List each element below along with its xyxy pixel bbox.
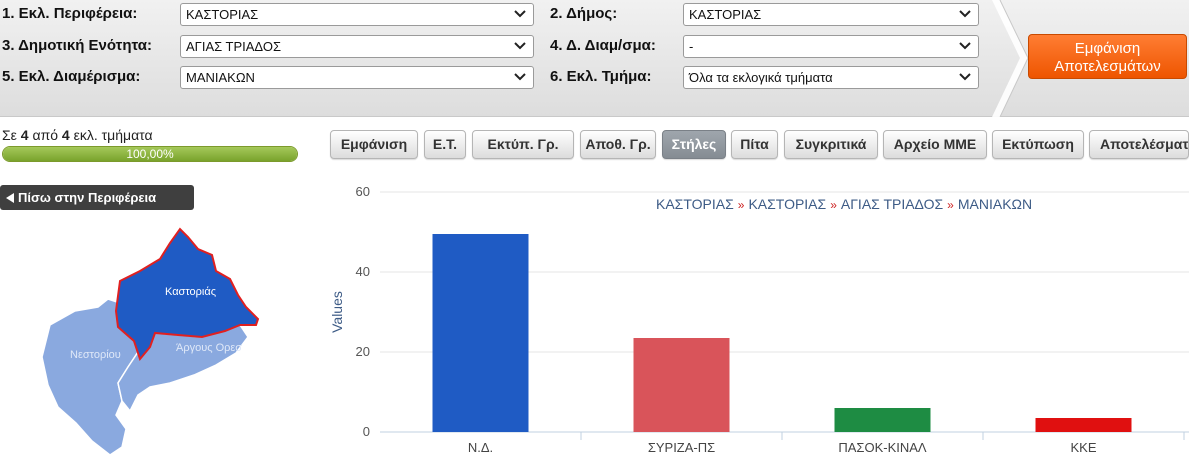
y-axis-title: Values [329,291,345,333]
polling-station-select[interactable]: Όλα τα εκλογικά τμήματα [683,66,979,89]
toolbar-print-button[interactable]: Εκτύπωση [992,130,1084,159]
status-middle: από [32,127,59,143]
breadcrumb-separator: » [737,198,745,212]
chevron-down-icon [513,70,527,84]
toolbar-show-button[interactable]: Εμφάνιση [330,130,418,159]
filter-label-polling-station: 6. Εκλ. Τμήμα: [550,68,652,85]
municipality-select[interactable]: ΚΑΣΤΟΡΙΑΣ [683,3,979,26]
back-arrow-icon [6,193,14,203]
bar [1035,418,1132,432]
electoral-district-select-value: ΜΑΝΙΑΚΩΝ [186,70,255,85]
toolbar-save-chart-button[interactable]: Αποθ. Γρ. [580,130,656,159]
breadcrumb-item[interactable]: ΚΑΣΤΟΡΙΑΣ [656,196,734,212]
polling-status: Σε 4 από 4 εκλ. τμήματα [2,127,153,143]
breadcrumb-item[interactable]: ΜΑΝΙΑΚΩΝ [958,196,1032,212]
bar [633,338,730,432]
chart-pane: 0 20 40 60 Values Ν.Δ. ΣΥΡΙΖΑ-ΠΣ ΠΑΣΟΚ-ΚΙΝΑΛ ΚΚΕ… [308,180,1189,465]
y-tick-label: 0 [363,424,370,439]
chart-breadcrumb: ΚΑΣΤΟΡΙΑΣ» ΚΑΣΤΟΡΙΑΣ» ΑΓΙΑΣ ΤΡΙΑΔΟΣ» ΜΑΝΙΑΚ… [656,196,1032,212]
x-tick-label: ΠΑΣΟΚ-ΚΙΝΑΛ [838,440,927,455]
municipal-unit-select[interactable]: ΑΓΙΑΣ ΤΡΙΑΔΟΣ [180,35,534,58]
x-tick-label: ΣΥΡΙΖΑ-ΠΣ [648,440,715,455]
show-results-button[interactable]: Εμφάνιση Αποτελεσμάτων [1028,34,1187,79]
toolbar-pie-button[interactable]: Πίτα [731,130,778,159]
filter-label-region: 1. Εκλ. Περιφέρεια: [2,5,138,22]
chevron-down-icon [513,39,527,53]
toolbar-media-file-button[interactable]: Αρχείο ΜΜΕ [883,130,987,159]
status-count: 4 [20,127,29,143]
x-tick-label: Ν.Δ. [468,440,493,455]
back-to-region-button[interactable]: Πίσω στην Περιφέρεια [0,185,194,210]
district-select-value: - [689,39,694,54]
breadcrumb-separator: » [947,198,954,212]
region-select-value: ΚΑΣΤΟΡΙΑΣ [186,7,259,22]
filter-panel: 1. Εκλ. Περιφέρεια: ΚΑΣΤΟΡΙΑΣ 2. Δήμος: … [0,0,1189,117]
y-tick-label: 60 [356,184,370,199]
show-results-line2: Αποτελεσμάτων [1054,58,1161,75]
region-select[interactable]: ΚΑΣΤΟΡΙΑΣ [180,3,534,26]
toolbar-polling-station-button[interactable]: Ε.Τ. [424,130,466,159]
y-tick-label: 20 [356,344,370,359]
chevron-down-icon [958,70,972,84]
bar [432,234,529,432]
polling-station-select-value: Όλα τα εκλογικά τμήματα [689,70,833,85]
back-button-label: Πίσω στην Περιφέρεια [18,190,157,205]
chevron-down-icon [513,7,527,21]
breadcrumb-item[interactable]: ΚΑΣΤΟΡΙΑΣ [748,196,826,212]
map-label-nestoriou: Νεστορίου [70,349,121,361]
municipal-unit-select-value: ΑΓΙΑΣ ΤΡΙΑΔΟΣ [186,39,281,54]
chevron-down-icon [958,39,972,53]
x-tick-label: ΚΚΕ [1070,440,1096,455]
bar [834,408,931,432]
progress-label: 100,00% [126,147,174,161]
toolbar-results-button[interactable]: Αποτελέσματα [1089,130,1189,159]
municipality-select-value: ΚΑΣΤΟΡΙΑΣ [689,7,762,22]
filter-label-municipality: 2. Δήμος: [550,5,618,22]
bar-chart: 0 20 40 60 Values Ν.Δ. ΣΥΡΙΖΑ-ΠΣ ΠΑΣΟΚ-ΚΙΝΑΛ ΚΚΕ [329,184,1189,455]
electoral-district-select[interactable]: ΜΑΝΙΑΚΩΝ [180,66,534,89]
status-suffix: εκλ. τμήματα [73,127,153,143]
status-prefix: Σε [2,127,17,143]
toolbar-columns-button[interactable]: Στήλες [662,130,726,159]
toolbar-print-chart-button[interactable]: Εκτύπ. Γρ. [472,130,574,159]
municipality-map: Καστοριάς Νεστορίου Άργους Ορεσ [41,227,260,456]
district-select[interactable]: - [683,35,979,58]
toolbar-compare-button[interactable]: Συγκριτικά [784,130,878,159]
map-label-kastoria: Καστοριάς [165,286,216,298]
filter-label-electoral-district: 5. Εκλ. Διαμέρισμα: [2,68,141,85]
filter-label-district: 4. Δ. Διαμ/σμα: [550,37,656,54]
chevron-down-icon [958,7,972,21]
status-total: 4 [61,127,70,143]
breadcrumb-item[interactable]: ΑΓΙΑΣ ΤΡΙΑΔΟΣ [841,196,943,212]
map-label-argous: Άργους Ορεσ [176,342,242,354]
show-results-line1: Εμφάνιση [1074,40,1141,57]
filter-label-municipal-unit: 3. Δημοτική Ενότητα: [2,37,152,54]
breadcrumb-separator: » [830,198,837,212]
y-tick-label: 40 [356,264,370,279]
progress-bar: 100,00% [2,146,298,162]
